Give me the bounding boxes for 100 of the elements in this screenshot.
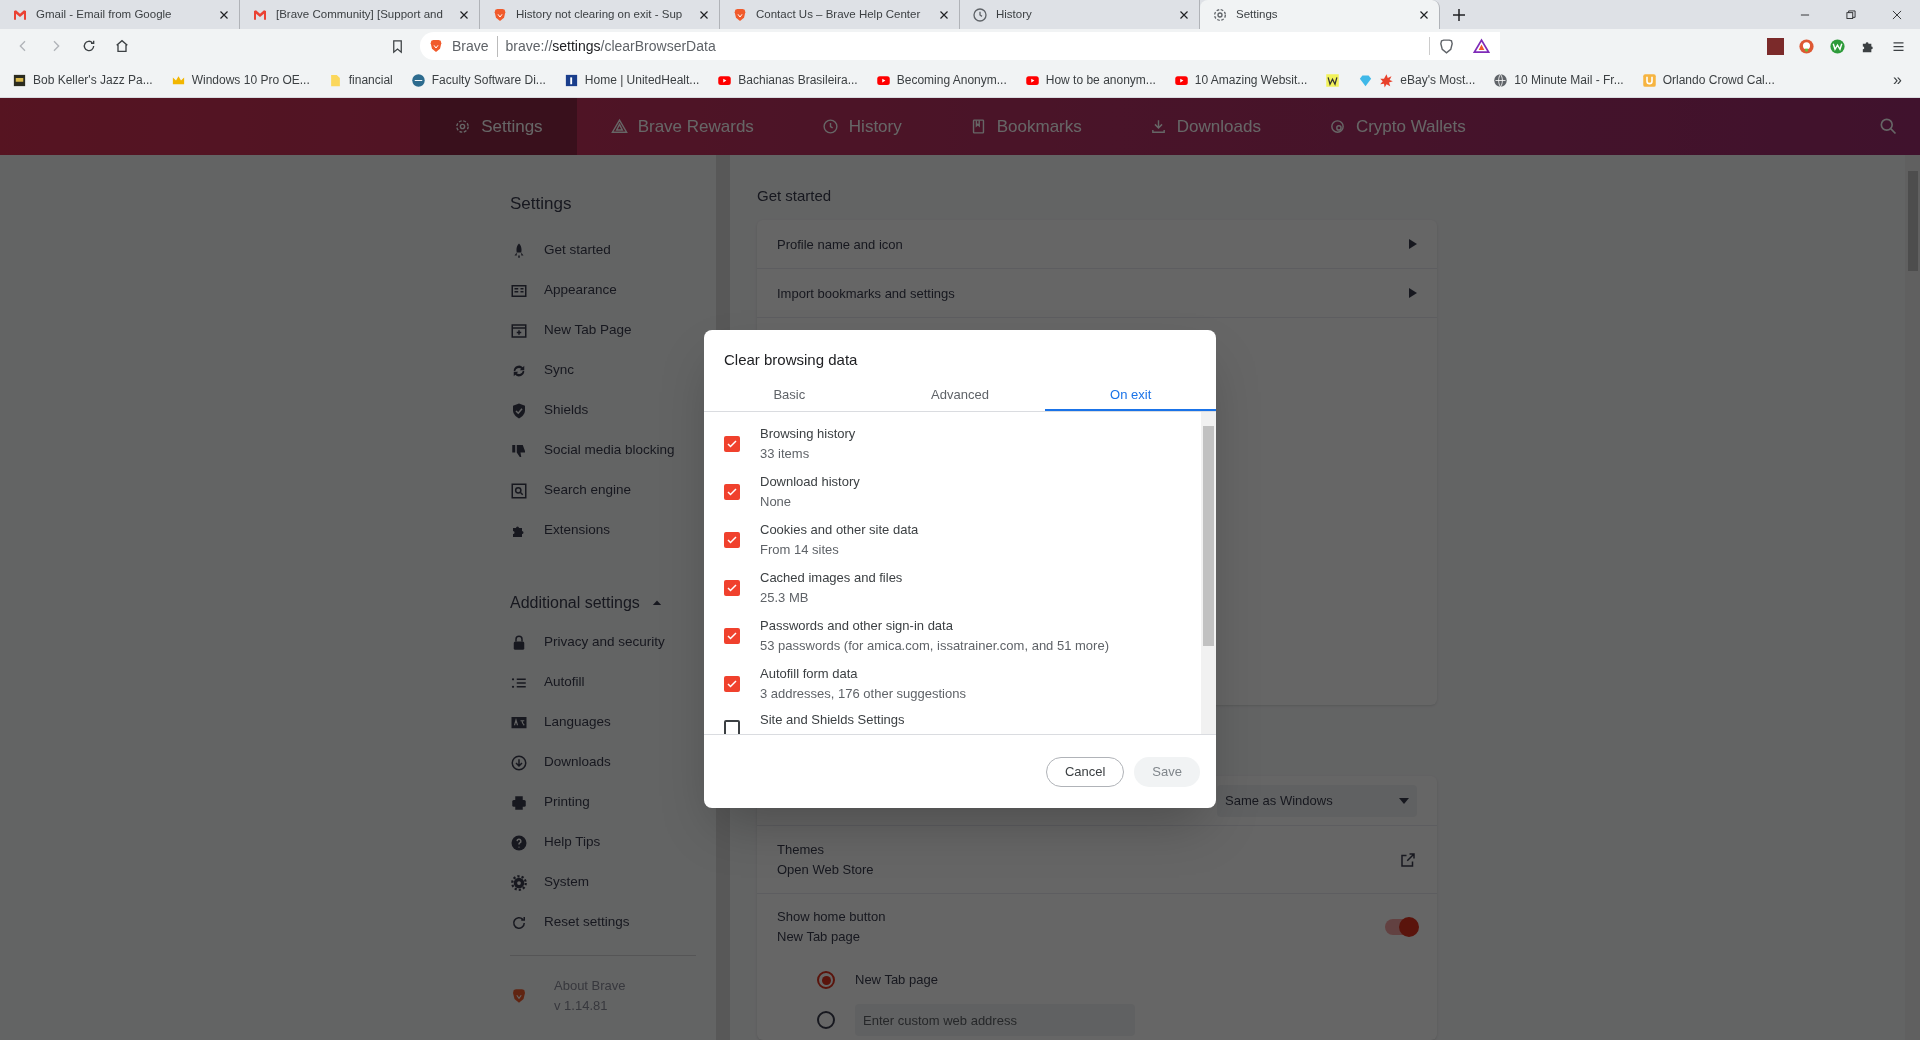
url-text: brave://settings/clearBrowserData (505, 36, 717, 56)
bookmark-item[interactable]: Faculty Software Di... (410, 71, 552, 89)
overflow-chevron[interactable]: » (1893, 68, 1920, 92)
sidebar-item[interactable]: Downloads (510, 742, 716, 783)
bookmark-item[interactable]: How to be anonym... (1024, 71, 1162, 89)
bookmark-item[interactable]: Windows 10 Pro OE... (170, 71, 316, 89)
sidebar-item[interactable]: Printing (510, 782, 716, 823)
bookmark-item[interactable]: 10 Minute Mail - Fr... (1493, 71, 1630, 89)
bookmark-item[interactable]: Home | UnitedHealt... (563, 71, 706, 89)
option-detail: 25.3 MB (760, 589, 810, 607)
home-icon[interactable] (114, 38, 130, 54)
checkbox[interactable] (724, 720, 740, 734)
checkmark-icon (726, 534, 738, 546)
letter-w-icon[interactable] (1829, 37, 1846, 55)
checkbox[interactable] (724, 532, 740, 548)
settings-icon (454, 118, 472, 135)
settings-icon (510, 873, 528, 892)
nav-tab[interactable]: Crypto Wallets (1294, 98, 1500, 155)
search-icon[interactable] (1878, 116, 1898, 136)
option-detail: 33 items (760, 445, 811, 463)
option-label: Download history (760, 473, 860, 491)
help-icon (510, 833, 528, 852)
sidebar-item[interactable]: System (510, 862, 716, 903)
sidebar-item[interactable]: Privacy and security (510, 622, 716, 663)
sidebar-item[interactable]: Get started (510, 230, 716, 271)
option-label: Autofill form data (760, 665, 859, 683)
sidebar-title: Settings (510, 193, 573, 215)
checkbox[interactable] (724, 436, 740, 452)
row-sublabel: Open Web Store (777, 860, 875, 879)
dialog-tab[interactable]: On exit (1045, 380, 1216, 411)
additional-settings-toggle[interactable]: Additional settings (510, 582, 716, 623)
address-bar[interactable]: Brave brave://settings/clearBrowserData (420, 32, 1500, 60)
settings-row[interactable]: Import bookmarks and settings (757, 269, 1437, 319)
option-label: Site and Shields Settings (760, 711, 905, 729)
option-detail: 3 addresses, 176 other suggestions (760, 685, 966, 703)
checkbox[interactable] (724, 580, 740, 596)
bookmark-icon[interactable] (390, 38, 405, 54)
checkbox[interactable] (724, 628, 740, 644)
restore-icon[interactable] (1844, 7, 1858, 22)
section-heading: Get started (757, 186, 833, 206)
square-icon (12, 72, 27, 88)
caret-down-icon (1399, 797, 1409, 804)
settings-row[interactable]: Profile name and icon (757, 220, 1437, 270)
sidebar-item[interactable]: Search engine (510, 470, 716, 511)
dialog-tab[interactable]: Advanced (874, 380, 1046, 411)
bookmark-item[interactable]: Bachianas Brasileira... (717, 71, 864, 89)
bookmark-item[interactable]: Orlando Crowd Cal... (1641, 71, 1781, 89)
sidebar-item[interactable]: Appearance (510, 270, 716, 311)
checkbox[interactable] (724, 676, 740, 692)
bookmark-item[interactable]: financial (327, 71, 399, 89)
shield-icon (510, 401, 528, 420)
option-detail: From 14 sites (760, 541, 840, 559)
toggle-switch[interactable] (1385, 919, 1417, 935)
tab-title: History (996, 6, 1033, 22)
radio-button[interactable] (817, 971, 835, 989)
reload-icon[interactable] (81, 38, 97, 54)
sidebar-item[interactable]: Help Tips (510, 822, 716, 863)
row-label: Import bookmarks and settings (777, 284, 956, 303)
url-input-field[interactable]: Enter custom web address (855, 1004, 1135, 1036)
clock-icon (972, 6, 988, 23)
nav-tab[interactable]: Downloads (1115, 98, 1295, 155)
bookmark-item[interactable]: Becoming Anonym... (875, 71, 1013, 89)
sidebar-item[interactable]: Extensions (510, 510, 716, 551)
tab-title: Contact Us – Brave Help Center (756, 6, 922, 22)
triangle-icon[interactable] (1473, 37, 1490, 55)
chevron-right-icon (1409, 288, 1417, 299)
checkmark-icon (726, 678, 738, 690)
checkmark-icon (726, 582, 738, 594)
external-link-icon[interactable] (1399, 850, 1417, 869)
bookmark-item[interactable]: eBay's Most... (1358, 71, 1482, 89)
nav-tab[interactable]: Settings (420, 98, 577, 155)
sidebar-item[interactable]: Reset settings (510, 902, 716, 943)
bookmark-item[interactable]: Bob Keller's Jazz Pa... (12, 71, 159, 89)
download-icon (510, 753, 528, 772)
option-detail: 53 passwords (for amica.com, issatrainer.com, and 51 more) (760, 637, 1109, 655)
chevron-right-icon (1409, 239, 1417, 250)
sidebar-item[interactable]: Autofill (510, 662, 716, 703)
nav-tab[interactable]: History (787, 98, 936, 155)
dialog-scrollbar[interactable] (1201, 412, 1216, 734)
sidebar-item[interactable]: Social media blocking (510, 430, 716, 471)
dialog-title: Clear browsing data (723, 350, 859, 370)
row-label: Profile name and icon (777, 235, 904, 254)
square-icon (1641, 72, 1657, 88)
radio-button[interactable] (817, 1011, 835, 1029)
theme-dropdown[interactable]: Same as Windows (1217, 784, 1417, 817)
option-label: Cached images and files (760, 569, 903, 587)
sidebar-item[interactable]: Languages (510, 702, 716, 743)
site-label: Brave (452, 35, 498, 57)
dialog-button[interactable]: Cancel (1045, 756, 1125, 787)
duck-icon[interactable] (1798, 37, 1815, 55)
sidebar-item[interactable]: New Tab Page (510, 310, 716, 351)
download-icon (1149, 118, 1167, 135)
tab-title: [Brave Community] [Support and (276, 6, 444, 22)
browser-tab[interactable]: Settings (1200, 0, 1440, 29)
page-scrollbar[interactable] (1905, 155, 1920, 1040)
bookmark-item[interactable]: 10 Amazing Websit... (1173, 71, 1314, 89)
checkmark-icon (726, 630, 738, 642)
nav-tab[interactable]: Bookmarks (935, 98, 1116, 155)
printer-icon (510, 793, 528, 812)
checkbox[interactable] (724, 484, 740, 500)
